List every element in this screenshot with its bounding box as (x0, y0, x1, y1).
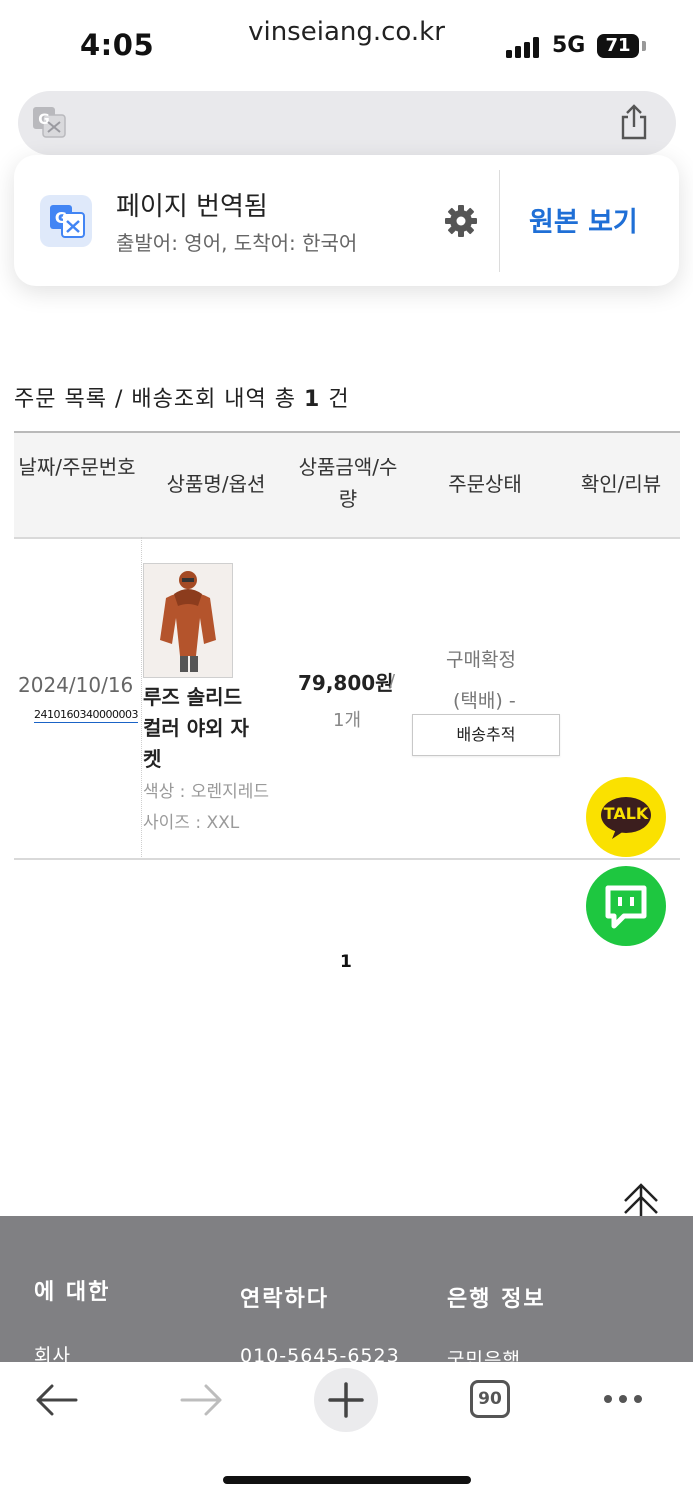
address-bar[interactable] (18, 91, 676, 155)
kakao-talk-button[interactable]: TALK (586, 777, 666, 857)
col-confirm-review: 확인/리뷰 (580, 472, 662, 496)
product-price: 79,800원 (298, 671, 394, 695)
track-delivery-button[interactable]: 배송추적 (412, 714, 560, 756)
order-number-link[interactable]: 2410160340000003 (34, 708, 138, 723)
heading-suffix: 건 (320, 387, 350, 412)
forward-arrow-icon[interactable] (180, 1382, 224, 1418)
url-text[interactable]: vinseiang.co.kr (0, 0, 693, 64)
col-date-order: 날짜/주문번호 (18, 455, 136, 479)
footer-about-heading: 에 대한 (34, 1280, 111, 1305)
back-arrow-icon[interactable] (34, 1382, 78, 1418)
svg-text:G: G (38, 112, 50, 128)
product-name-link[interactable]: 루즈 솔리드 컬러 야외 자켓 (143, 682, 255, 775)
footer-contact-heading: 연락하다 (240, 1287, 329, 1312)
product-quantity: 1개 (333, 710, 362, 731)
cell-divider (141, 537, 142, 857)
order-list-heading: 주문 목록 / 배송조회 내역 총 1 건 (14, 381, 350, 413)
google-translate-icon: G (40, 195, 92, 247)
popup-divider (499, 170, 500, 272)
pagination-page[interactable]: 1 (340, 952, 352, 972)
heading-prefix: 주문 목록 / 배송조회 내역 총 (14, 387, 305, 412)
svg-text:G: G (55, 209, 67, 227)
kakao-talk-label: TALK (603, 804, 649, 823)
new-tab-plus-icon[interactable] (314, 1368, 378, 1432)
view-original-button[interactable]: 원본 보기 (529, 200, 638, 239)
popup-title: 페이지 번역됨 (116, 192, 268, 222)
gear-icon[interactable] (444, 204, 478, 238)
product-option-size: 사이즈 : XXL (143, 813, 240, 833)
price-qty-separator: / (389, 671, 396, 692)
home-indicator (223, 1476, 471, 1484)
delivery-method: (택배) - (453, 690, 516, 712)
tab-count-button[interactable]: 90 (470, 1380, 510, 1418)
row-divider (14, 858, 680, 860)
col-price-qty: 상품금액/수량 (298, 455, 398, 511)
order-date: 2024/10/16 (18, 673, 134, 697)
col-order-status: 주문상태 (448, 472, 522, 496)
footer-bank-heading: 은행 정보 (447, 1287, 546, 1312)
product-image[interactable] (143, 563, 233, 678)
chat-message-icon[interactable] (586, 866, 666, 946)
share-icon[interactable] (618, 104, 650, 140)
order-count: 1 (304, 387, 321, 412)
order-status: 구매확정 (446, 649, 516, 671)
popup-subtitle: 출발어: 영어, 도착어: 한국어 (116, 231, 358, 255)
col-product-option: 상품명/옵션 (166, 472, 266, 496)
translate-icon[interactable]: G (32, 106, 66, 138)
more-menu-icon[interactable] (602, 1391, 644, 1405)
product-option-color: 색상 : 오렌지레드 (143, 782, 270, 802)
